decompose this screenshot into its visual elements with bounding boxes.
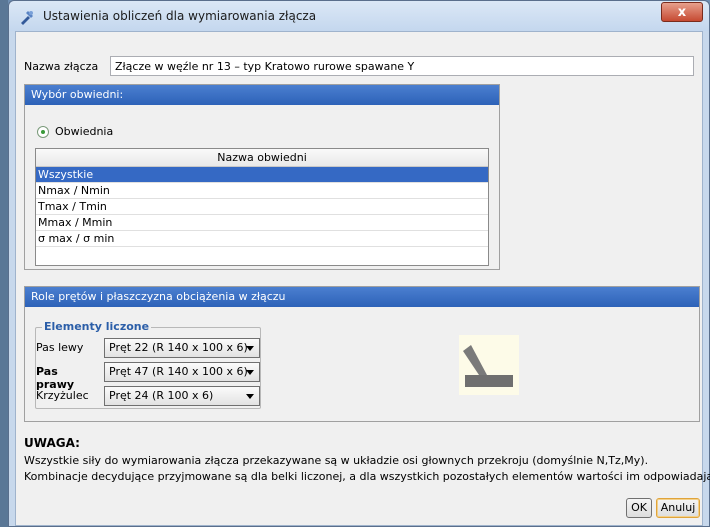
right-chord-label: Pas prawy: [36, 365, 75, 391]
chevron-down-icon: [246, 346, 254, 351]
envelope-group: Wybór obwiedni: Obwiednia Nazwa obwiedni…: [24, 84, 500, 270]
joint-name-label: Nazwa złącza: [24, 60, 99, 73]
desktop-background: [0, 0, 8, 527]
joint-name-input[interactable]: [110, 56, 694, 76]
warning-title: UWAGA:: [24, 436, 80, 450]
table-row[interactable]: σ max / σ min: [36, 231, 488, 247]
envelope-radio-label: Obwiednia: [55, 125, 114, 138]
left-chord-label: Pas lewy: [36, 341, 84, 354]
envelope-group-header: Wybór obwiedni:: [25, 85, 499, 105]
diagonal-label: Krzyżulec: [36, 389, 89, 402]
roles-group-header: Role prętów i płaszczyzna obciążenia w z…: [25, 287, 699, 307]
settings-tool-icon: [21, 11, 33, 25]
warning-line-1: Wszystkie siły do wymiarowania złącza pr…: [24, 454, 649, 467]
close-icon: x: [677, 4, 687, 20]
diagonal-value: Pręt 24 (R 100 x 6): [109, 389, 214, 402]
roles-group: Role prętów i płaszczyzna obciążenia w z…: [24, 286, 700, 422]
counted-elements-legend: Elementy liczone: [42, 320, 152, 333]
close-button[interactable]: x: [661, 2, 703, 22]
table-row[interactable]: Nmax / Nmin: [36, 183, 488, 199]
joint-name-row: Nazwa złącza: [24, 56, 694, 78]
right-chord-value: Pręt 47 (R 140 x 100 x 6): [109, 365, 248, 378]
left-chord-select[interactable]: Pręt 22 (R 140 x 100 x 6): [104, 338, 260, 358]
table-row[interactable]: Mmax / Mmin: [36, 215, 488, 231]
table-row[interactable]: Tmax / Tmin: [36, 199, 488, 215]
dialog-body: Nazwa złącza Wybór obwiedni: Obwiednia N…: [15, 31, 710, 526]
envelope-table-header[interactable]: Nazwa obwiedni: [36, 149, 488, 167]
chevron-down-icon: [246, 394, 254, 399]
warning-line-2: Kombinacje decydujące przyjmowane są dla…: [24, 470, 710, 483]
joint-preview-icon: [463, 345, 513, 387]
ok-button[interactable]: OK: [626, 498, 652, 518]
chevron-down-icon: [246, 370, 254, 375]
joint-preview-image: [459, 335, 519, 395]
radio-checked-icon: [37, 125, 49, 138]
diagonal-select[interactable]: Pręt 24 (R 100 x 6): [104, 386, 260, 406]
cancel-button[interactable]: Anuluj: [656, 498, 700, 518]
counted-elements-fieldset: Elementy liczone Pas lewy Pręt 22 (R 140…: [35, 320, 261, 409]
envelope-radio[interactable]: Obwiednia: [37, 125, 113, 138]
dialog-window: Ustawienia obliczeń dla wymiarowania złą…: [8, 0, 710, 527]
title-bar: Ustawienia obliczeń dla wymiarowania złą…: [9, 1, 709, 31]
envelope-table: Nazwa obwiedni Wszystkie Nmax / Nmin Tma…: [35, 148, 489, 266]
right-chord-select[interactable]: Pręt 47 (R 140 x 100 x 6): [104, 362, 260, 382]
table-row[interactable]: Wszystkie: [36, 167, 488, 183]
window-title: Ustawienia obliczeń dla wymiarowania złą…: [43, 9, 317, 23]
left-chord-value: Pręt 22 (R 140 x 100 x 6): [109, 341, 248, 354]
